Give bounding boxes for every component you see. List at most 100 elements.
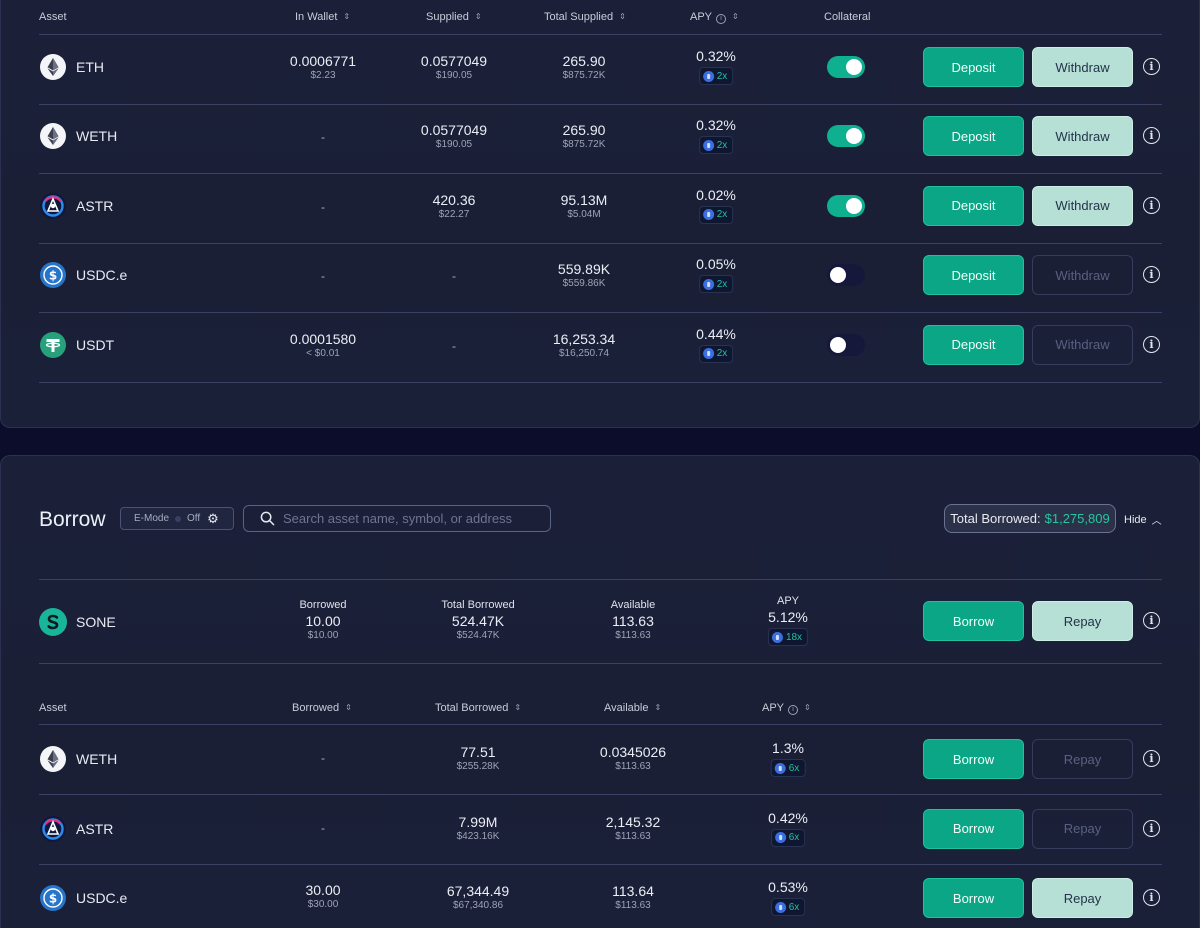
usdc-icon: $ [39, 261, 67, 289]
info-icon[interactable]: i [1143, 127, 1160, 145]
eth-icon [39, 745, 67, 773]
reward-token-icon [702, 70, 714, 82]
header-borrowed[interactable]: Borrowed ⇕ [292, 702, 352, 714]
sort-icon[interactable]: ⇕ [514, 704, 521, 712]
withdraw-button[interactable]: Withdraw [1032, 116, 1133, 157]
header-apy[interactable]: APY i ⇕ [762, 702, 811, 715]
astr-icon [39, 815, 67, 843]
sort-icon[interactable]: ⇕ [345, 704, 352, 712]
reward-multiplier-badge: 2x [698, 344, 734, 363]
info-icon[interactable]: i [1143, 612, 1160, 629]
deposit-button[interactable]: Deposit [923, 116, 1024, 157]
wallet-value: 0.0001580 [289, 330, 357, 347]
header-apy-label: APY [690, 11, 713, 23]
header-total-borrowed[interactable]: Total Borrowed ⇕ [435, 702, 521, 714]
info-icon[interactable]: i [716, 14, 727, 24]
sort-icon[interactable]: ⇕ [804, 704, 811, 712]
apy-value: 0.53% [768, 879, 808, 895]
apy-cell: 0.32% 2x [696, 48, 736, 87]
deposit-button[interactable]: Deposit [923, 47, 1024, 87]
info-icon[interactable]: i [1143, 819, 1160, 837]
header-total-supplied-label: Total Supplied [544, 11, 614, 23]
deposit-button[interactable]: Deposit [923, 324, 1024, 365]
info-icon[interactable]: i [1143, 889, 1160, 906]
header-supplied[interactable]: Supplied ⇕ [426, 11, 482, 23]
apy-value: 0.05% [696, 256, 736, 273]
sort-icon[interactable]: ⇕ [732, 13, 739, 21]
header-total-supplied[interactable]: Total Supplied ⇕ [544, 11, 626, 23]
toggle-knob [846, 59, 862, 75]
featured-total-value: 524.47K [451, 613, 505, 629]
borrow-button[interactable]: Borrow [923, 878, 1024, 918]
repay-button[interactable]: Repay [1032, 739, 1133, 779]
borrow-button[interactable]: Borrow [923, 808, 1024, 849]
withdraw-button[interactable]: Withdraw [1032, 47, 1133, 87]
emode-button[interactable]: E-Mode Off ⚙ [120, 507, 234, 530]
available-value: 2,145.32 [605, 813, 661, 830]
collateral-toggle[interactable] [827, 56, 865, 78]
borrow-button[interactable]: Borrow [923, 601, 1024, 641]
deposit-button[interactable]: Deposit [923, 255, 1024, 296]
sort-icon[interactable]: ⇕ [654, 704, 661, 712]
sort-icon[interactable]: ⇕ [619, 13, 626, 21]
collateral-toggle[interactable] [827, 194, 865, 217]
repay-button[interactable]: Repay [1032, 601, 1133, 641]
total-supplied-value: 265.90 [562, 122, 606, 139]
info-icon[interactable]: i [1143, 335, 1160, 353]
collateral-toggle[interactable] [827, 333, 865, 356]
featured-borrowed-label: Borrowed [299, 599, 347, 611]
asset-cell: ETH [39, 53, 104, 81]
repay-button[interactable]: Repay [1032, 878, 1133, 918]
deposit-button[interactable]: Deposit [923, 185, 1024, 226]
supplied-value: - [452, 269, 456, 284]
info-icon[interactable]: i [788, 705, 799, 715]
info-icon[interactable]: i [1143, 196, 1160, 214]
apy-cell: 1.3% 6x [770, 740, 806, 779]
featured-apy-label: APY [776, 595, 799, 607]
toggle-knob [830, 336, 846, 353]
repay-button[interactable]: Repay [1032, 808, 1133, 849]
reward-multiplier: 2x [716, 70, 728, 82]
collateral-toggle[interactable] [827, 125, 865, 148]
toggle-knob [846, 128, 862, 145]
collateral-toggle[interactable] [827, 264, 865, 287]
header-borrowed-label: Borrowed [292, 702, 340, 714]
apy-value: 1.3% [772, 740, 804, 756]
total-supplied-cell: 265.90 $875.72K [563, 53, 606, 83]
header-in-wallet[interactable]: In Wallet ⇕ [295, 11, 350, 23]
supplied-usd: $190.05 [435, 70, 473, 81]
search-icon [260, 511, 275, 526]
emode-state: Off [187, 513, 201, 524]
wallet-value: 0.0006771 [289, 53, 357, 69]
withdraw-button[interactable]: Withdraw [1032, 324, 1133, 365]
featured-total-usd: $524.47K [456, 630, 500, 641]
info-icon[interactable]: i [1143, 58, 1160, 75]
withdraw-button[interactable]: Withdraw [1032, 185, 1133, 226]
usdt-icon [39, 331, 67, 359]
sort-icon[interactable]: ⇕ [475, 13, 482, 21]
reward-multiplier: 6x [788, 762, 800, 774]
withdraw-button[interactable]: Withdraw [1032, 255, 1133, 296]
featured-available-value: 113.63 [612, 613, 654, 629]
wallet-cell: - [321, 200, 325, 214]
sort-icon[interactable]: ⇕ [343, 13, 350, 21]
wallet-cell: - [321, 269, 325, 283]
asset-cell: ASTR [39, 192, 113, 220]
header-available[interactable]: Available ⇕ [604, 702, 661, 714]
header-apy[interactable]: APY i ⇕ [690, 11, 739, 24]
search-input[interactable] [283, 511, 543, 526]
supplied-cell: 420.36 $22.27 [433, 192, 476, 222]
hide-button[interactable]: Hide ︿ [1124, 512, 1162, 528]
info-icon[interactable]: i [1143, 750, 1160, 767]
apy-cell: 0.32% 2x [696, 117, 736, 156]
gear-icon[interactable]: ⚙ [207, 511, 219, 527]
asset-cell: WETH [39, 122, 117, 150]
total-borrowed-usd: $423.16K [456, 830, 500, 842]
info-icon[interactable]: i [1143, 266, 1160, 284]
search-box[interactable] [243, 505, 551, 532]
asset-cell: ASTR [39, 815, 113, 843]
wallet-value: - [321, 199, 325, 214]
reward-multiplier-badge: 6x [770, 828, 806, 847]
borrow-button[interactable]: Borrow [923, 739, 1024, 779]
featured-available-label: Available [610, 599, 656, 611]
